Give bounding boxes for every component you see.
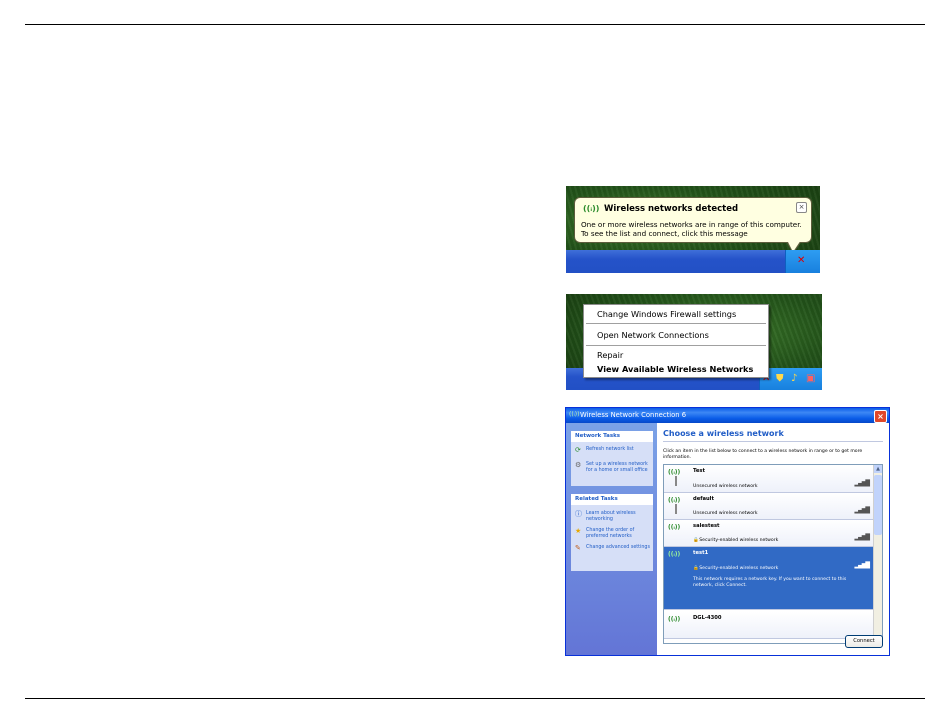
context-menu-screenshot: ✕ ⛊ ♪ ▣ Change Windows Firewall settings…: [566, 294, 822, 390]
network-item-test1[interactable]: ((ᵢ)) test1 🔒 Security-enabled wireless …: [664, 547, 873, 610]
network-tasks-header: Network Tasks: [571, 431, 653, 442]
balloon-message-line2: To see the list and connect, click this …: [581, 229, 748, 238]
network-status: Unsecured wireless network: [693, 511, 758, 516]
network-name: test1: [693, 550, 709, 556]
menu-item-firewall-settings[interactable]: Change Windows Firewall settings: [597, 309, 736, 319]
network-name: Test: [693, 468, 705, 474]
window-title: Wireless Network Connection 6: [580, 411, 687, 419]
shield-icon[interactable]: ⛊: [776, 373, 784, 385]
signal-strength-icon: ▂▄▆█: [854, 507, 871, 514]
wireless-connection-window: ((ᵢ)) Wireless Network Connection 6 × Ne…: [565, 407, 890, 656]
network-list: ((ᵢ)) Test Unsecured wireless network ▂▄…: [663, 464, 883, 644]
task-label: Change advanced settings: [586, 545, 650, 550]
system-tray: ✕: [785, 250, 820, 273]
refresh-icon: ⟳: [575, 446, 581, 454]
balloon-message-line1: One or more wireless networks are in ran…: [581, 220, 802, 229]
antenna-stick: [675, 476, 677, 486]
network-name: default: [693, 496, 714, 502]
task-label: Refresh network list: [586, 447, 634, 452]
task-change-advanced-settings[interactable]: ✎ Change advanced settings: [571, 544, 653, 552]
network-name: DGL-4300: [693, 615, 722, 621]
scroll-thumb[interactable]: [874, 475, 882, 535]
antenna-icon: ((ᵢ)): [668, 524, 681, 531]
monitor-icon[interactable]: ▣: [806, 373, 815, 385]
network-key-message: This network requires a network key. If …: [693, 577, 847, 588]
network-status-text: Security-enabled wireless network: [699, 566, 779, 571]
antenna-icon: ((ᵢ)): [668, 469, 681, 476]
network-list-scrollbar[interactable]: ▲ ▼: [873, 465, 882, 643]
bottom-rule: [25, 698, 925, 699]
scroll-up-icon[interactable]: ▲: [874, 465, 882, 473]
related-tasks-box: Related Tasks ⓘ Learn about wireless net…: [571, 494, 653, 571]
main-title: Choose a wireless network: [663, 429, 784, 438]
task-learn-wireless[interactable]: ⓘ Learn about wireless networking: [571, 511, 653, 523]
balloon-close-icon[interactable]: ×: [796, 202, 807, 213]
main-pane: Choose a wireless network Click an item …: [657, 423, 889, 655]
star-icon: ★: [575, 527, 582, 535]
signal-strength-icon: ▂▄▆█: [854, 562, 871, 569]
title-divider: [663, 441, 883, 442]
speaker-icon[interactable]: ♪: [791, 373, 797, 385]
taskbar: ✕: [566, 250, 820, 273]
network-tasks-box: Network Tasks ⟳ Refresh network list ⚙ S…: [571, 431, 653, 486]
menu-item-view-wireless-networks[interactable]: View Available Wireless Networks: [597, 364, 753, 374]
lock-icon: 🔒: [693, 538, 699, 543]
network-item-test[interactable]: ((ᵢ)) Test Unsecured wireless network ▂▄…: [664, 465, 873, 493]
task-label: Change the order of preferred networks: [586, 528, 635, 539]
antenna-stick: [675, 504, 677, 514]
network-context-menu: Change Windows Firewall settings Open Ne…: [583, 304, 769, 378]
network-status: 🔒 Security-enabled wireless network: [693, 566, 778, 571]
network-status: 🔒 Security-enabled wireless network: [693, 538, 778, 543]
task-change-order[interactable]: ★ Change the order of preferred networks: [571, 528, 653, 540]
network-item-default[interactable]: ((ᵢ)) default Unsecured wireless network…: [664, 493, 873, 520]
signal-strength-icon: ▂▄▆█: [854, 480, 871, 487]
network-status-text: Security-enabled wireless network: [699, 538, 779, 543]
antenna-icon: ((ᵢ)): [668, 497, 681, 504]
antenna-icon: ((ᵢ)): [668, 551, 681, 558]
task-setup-wireless-network[interactable]: ⚙ Set up a wireless network for a home o…: [571, 462, 653, 474]
menu-item-open-connections[interactable]: Open Network Connections: [597, 330, 709, 340]
connect-button[interactable]: Connect: [845, 635, 883, 648]
main-description: Click an item in the list below to conne…: [663, 449, 863, 460]
top-rule: [25, 24, 925, 25]
network-item-dgl-4300[interactable]: ((ᵢ)) DGL-4300: [664, 612, 873, 639]
related-tasks-header: Related Tasks: [571, 494, 653, 505]
close-button[interactable]: ×: [874, 410, 887, 423]
balloon-title: Wireless networks detected: [604, 204, 739, 214]
network-name: salestest: [693, 523, 720, 529]
antenna-icon: ((ᵢ)): [668, 616, 681, 623]
lock-icon: 🔒: [693, 566, 699, 571]
info-icon: ⓘ: [575, 510, 582, 518]
notification-balloon[interactable]: ((ᵢ)) Wireless networks detected One or …: [574, 197, 812, 243]
network-status: Unsecured wireless network: [693, 484, 758, 489]
tasks-pane: Network Tasks ⟳ Refresh network list ⚙ S…: [566, 423, 657, 655]
task-label: Set up a wireless network for a home or …: [586, 462, 648, 473]
balloon-screenshot: ((ᵢ)) Wireless networks detected One or …: [566, 186, 820, 273]
setup-network-icon: ⚙: [575, 461, 582, 469]
wireless-icon: ((ᵢ)): [569, 411, 580, 418]
signal-strength-icon: ▂▄▆█: [854, 534, 871, 541]
menu-separator: [586, 323, 766, 324]
settings-icon: ✎: [575, 544, 581, 552]
network-item-salestest[interactable]: ((ᵢ)) salestest 🔒 Security-enabled wirel…: [664, 520, 873, 547]
wireless-icon: ((ᵢ)): [583, 204, 600, 213]
task-label: Learn about wireless networking: [586, 511, 636, 522]
menu-item-repair[interactable]: Repair: [597, 350, 623, 360]
task-refresh-network-list[interactable]: ⟳ Refresh network list: [571, 446, 653, 454]
window-titlebar[interactable]: ((ᵢ)) Wireless Network Connection 6 ×: [566, 408, 889, 423]
network-disconnected-icon[interactable]: ✕: [797, 255, 809, 267]
menu-separator: [586, 345, 766, 346]
